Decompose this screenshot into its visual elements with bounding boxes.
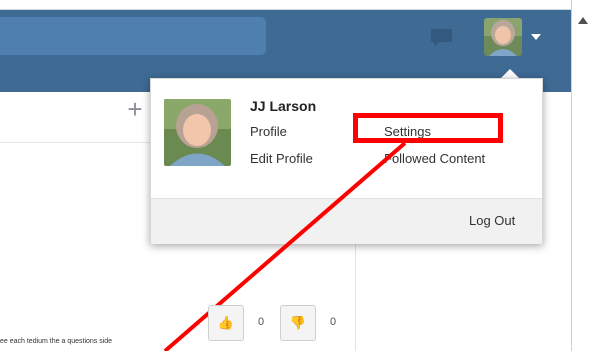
scroll-up-arrow-icon[interactable]	[578, 17, 588, 24]
thumbs-down-count: 0	[330, 316, 337, 328]
thumbs-down-button[interactable]: 👎	[280, 305, 316, 341]
caret-down-icon[interactable]	[531, 34, 541, 40]
user-dropdown-menu: JJ Larson Profile Edit Profile Settings …	[150, 78, 543, 244]
top-white-strip	[0, 0, 571, 9]
thumbs-up-button[interactable]: 👍	[208, 305, 244, 341]
chat-bubble-icon[interactable]	[429, 27, 454, 49]
settings-highlight-box	[353, 113, 503, 143]
logout-link[interactable]: Log Out	[469, 213, 515, 228]
thumbs-up-count: 0	[258, 316, 265, 328]
vertical-scrollbar[interactable]	[571, 0, 598, 351]
search-bar[interactable]	[0, 17, 266, 55]
bottom-text-fragment: ee each tedium the a questions side	[0, 338, 113, 345]
followed-content-link[interactable]: Followed Content	[384, 151, 485, 166]
user-avatar-large[interactable]	[164, 99, 231, 166]
user-name: JJ Larson	[250, 98, 317, 114]
user-avatar-header[interactable]	[484, 18, 522, 56]
profile-link[interactable]: Profile	[250, 124, 287, 139]
plus-icon[interactable]: +	[123, 96, 147, 122]
edit-profile-link[interactable]: Edit Profile	[250, 151, 313, 166]
